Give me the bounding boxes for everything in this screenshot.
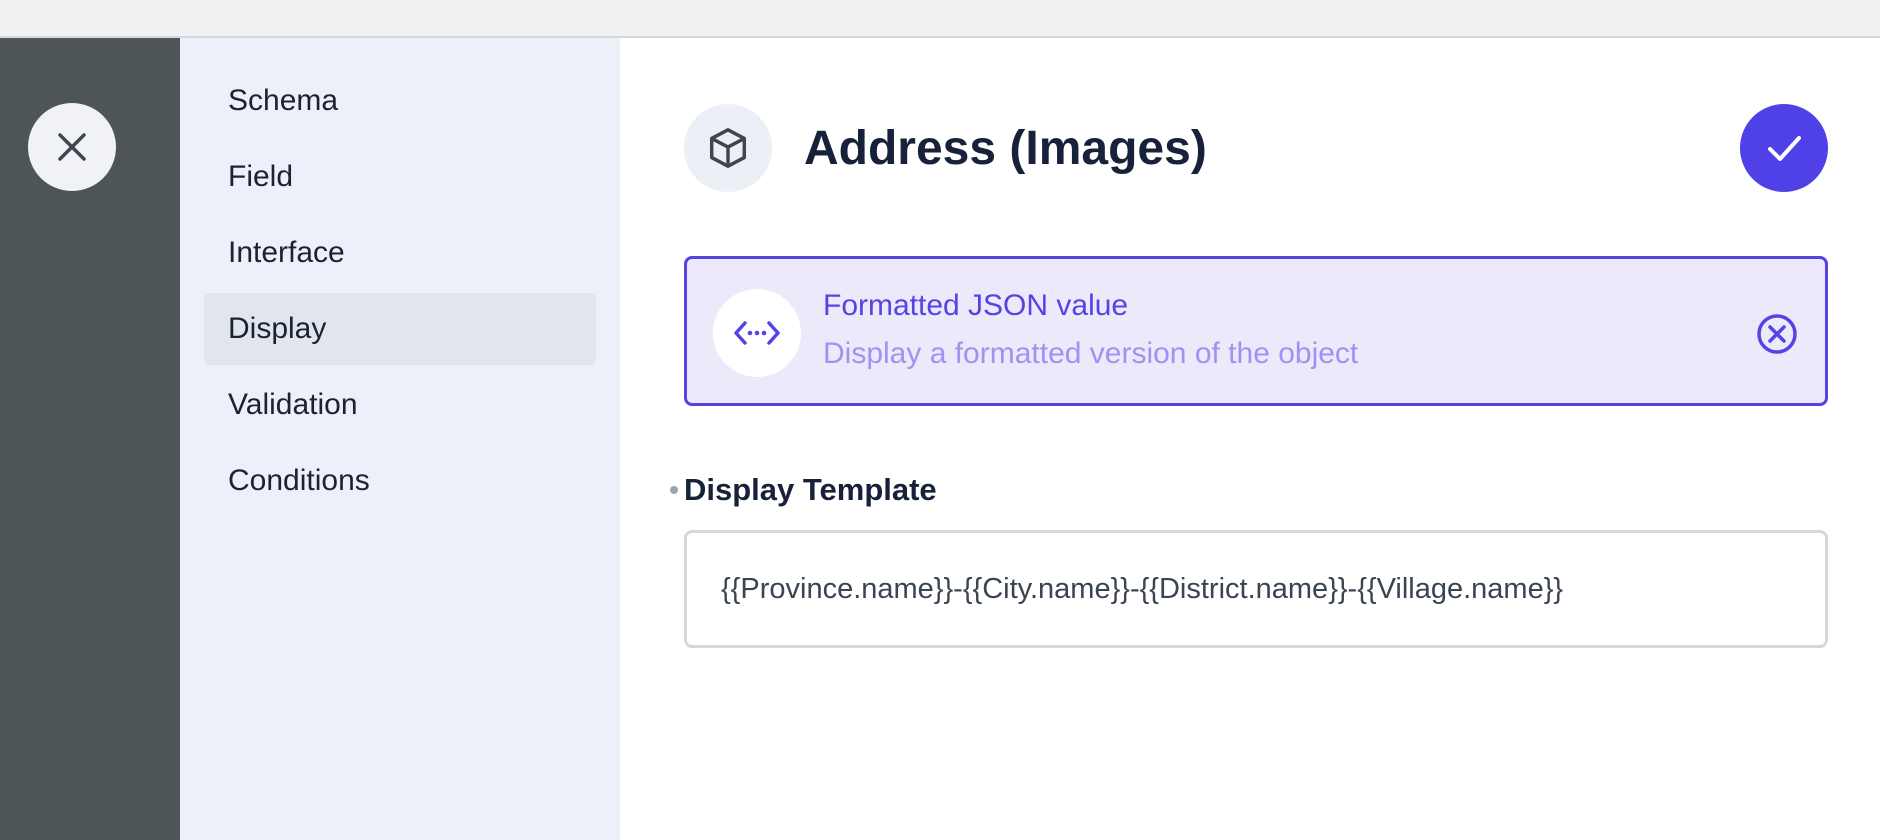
- selected-display-card[interactable]: Formatted JSON value Display a formatted…: [684, 256, 1828, 406]
- nav-item-interface[interactable]: Interface: [204, 217, 596, 289]
- main-panel: Address (Images) Formatted JSON value Di…: [620, 38, 1880, 840]
- nav-item-label: Conditions: [228, 464, 370, 497]
- nav-item-field[interactable]: Field: [204, 141, 596, 213]
- clear-display-button[interactable]: [1755, 312, 1799, 356]
- close-button[interactable]: [28, 103, 116, 191]
- display-type-badge: [713, 289, 801, 377]
- code-brackets-icon: [734, 321, 780, 345]
- cube-icon: [709, 128, 747, 168]
- nav-item-conditions[interactable]: Conditions: [204, 445, 596, 517]
- settings-nav: Schema Field Interface Display Validatio…: [180, 38, 620, 840]
- side-rail: [0, 38, 180, 840]
- display-title: Formatted JSON value: [823, 289, 1129, 322]
- nav-item-validation[interactable]: Validation: [204, 369, 596, 441]
- save-button[interactable]: [1740, 104, 1828, 192]
- nav-item-label: Schema: [228, 84, 339, 117]
- top-bar: [0, 0, 1880, 38]
- display-description: Display a formatted version of the objec…: [823, 337, 1359, 370]
- check-icon: [1768, 136, 1801, 161]
- nav-item-label: Validation: [228, 388, 358, 421]
- nav-item-display[interactable]: Display: [204, 293, 596, 365]
- display-template-input[interactable]: [684, 530, 1828, 648]
- nav-item-schema[interactable]: Schema: [204, 65, 596, 137]
- field-indicator-dot: [670, 486, 678, 494]
- nav-item-label: Interface: [228, 236, 345, 269]
- field-type-badge: [684, 104, 772, 192]
- nav-item-label: Field: [228, 160, 294, 193]
- close-icon: [58, 133, 86, 161]
- page-title: Address (Images): [804, 122, 1207, 175]
- display-template-label: Display Template: [684, 472, 937, 507]
- clear-circle-icon: [1757, 314, 1797, 354]
- nav-item-label: Display: [228, 312, 327, 345]
